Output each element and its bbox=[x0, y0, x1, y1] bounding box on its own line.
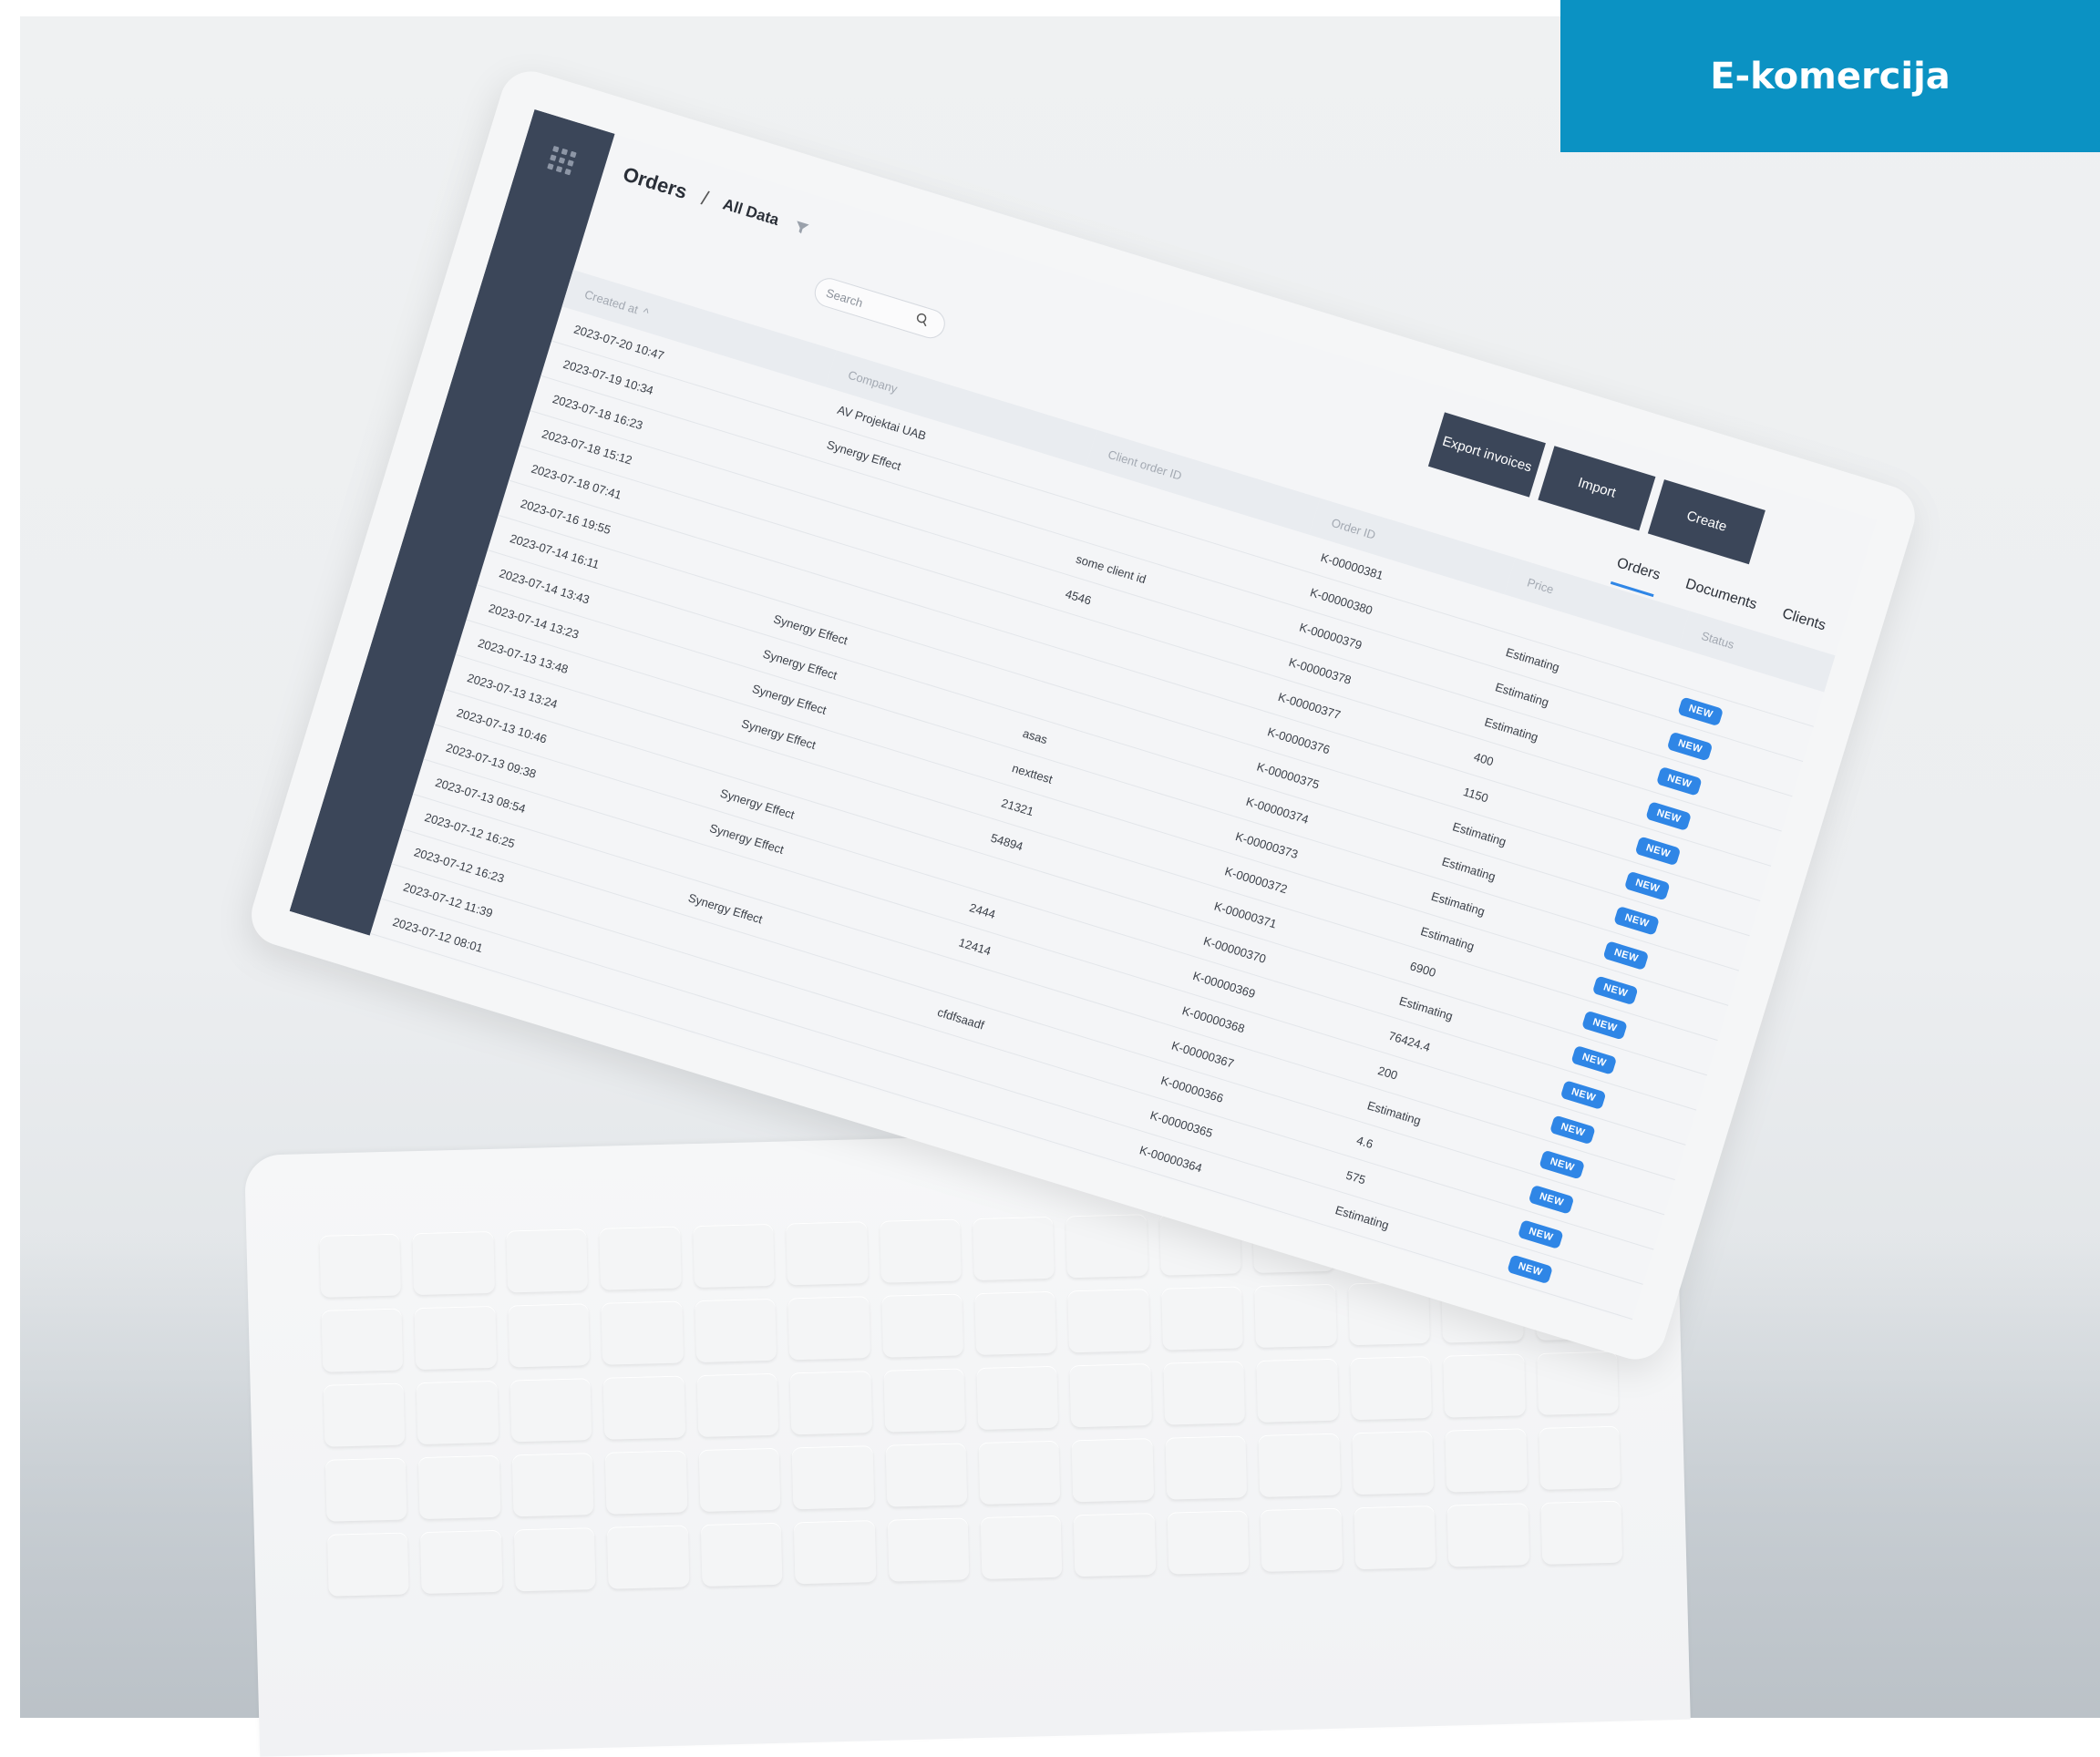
keyboard-key bbox=[511, 1453, 594, 1517]
keyboard-key bbox=[1349, 1356, 1433, 1421]
status-badge: NEW bbox=[1602, 940, 1650, 971]
keyboard-key bbox=[1540, 1500, 1623, 1565]
keyboard-key bbox=[788, 1296, 870, 1361]
keyboard-key bbox=[599, 1226, 682, 1290]
keyboard-key bbox=[1256, 1358, 1339, 1423]
keyboard-key bbox=[414, 1305, 498, 1371]
keyboard-key bbox=[1065, 1214, 1148, 1279]
keyboard-key bbox=[882, 1368, 966, 1433]
create-button[interactable]: Create bbox=[1647, 479, 1765, 565]
keyboard-key bbox=[418, 1454, 501, 1520]
keyboard-key bbox=[700, 1522, 783, 1587]
keyboard-key bbox=[1069, 1363, 1152, 1428]
status-badge: NEW bbox=[1613, 905, 1661, 936]
status-badge: NEW bbox=[1570, 1044, 1618, 1075]
keyboard-key bbox=[885, 1443, 968, 1507]
keyboard-key bbox=[695, 1298, 777, 1363]
keyboard-key bbox=[417, 1380, 499, 1445]
breadcrumb: Orders / All Data bbox=[620, 162, 811, 241]
toolbar: Export invoices Import Create bbox=[1427, 412, 1765, 565]
keyboard-key bbox=[324, 1457, 407, 1522]
status-badge: NEW bbox=[1507, 1254, 1554, 1284]
keyboard-key bbox=[791, 1445, 874, 1510]
keyboard-key bbox=[1165, 1435, 1248, 1500]
keyboard-key bbox=[1067, 1289, 1150, 1353]
status-badge: NEW bbox=[1656, 765, 1704, 796]
search-input[interactable] bbox=[822, 283, 918, 327]
keyboard-key bbox=[323, 1382, 406, 1447]
status-badge: NEW bbox=[1581, 1010, 1629, 1041]
status-badge: NEW bbox=[1634, 835, 1682, 866]
keyboard-key bbox=[793, 1520, 877, 1585]
keyboard-key bbox=[412, 1230, 495, 1296]
brand-banner: E-komercija bbox=[1560, 0, 2100, 152]
keyboard-key bbox=[1445, 1428, 1528, 1493]
keyboard-key bbox=[976, 1365, 1059, 1431]
brand-label: E-komercija bbox=[1710, 55, 1951, 98]
keyboard-key bbox=[604, 1450, 688, 1515]
keyboard-key bbox=[1071, 1438, 1155, 1503]
status-badge: NEW bbox=[1496, 1289, 1543, 1320]
keyboard-key bbox=[880, 1293, 964, 1358]
status-badge: NEW bbox=[1539, 1149, 1586, 1180]
keyboard-key bbox=[980, 1515, 1063, 1579]
import-button[interactable]: Import bbox=[1538, 446, 1656, 531]
keyboard-key bbox=[1163, 1361, 1246, 1425]
keyboard-key bbox=[321, 1308, 404, 1372]
breadcrumb-orders[interactable]: Orders bbox=[620, 162, 690, 204]
keyboard-key bbox=[789, 1371, 872, 1435]
keyboard-key bbox=[973, 1216, 1055, 1281]
keyboard-key bbox=[974, 1290, 1057, 1356]
keyboard-key bbox=[692, 1223, 776, 1289]
keyboard-key bbox=[879, 1218, 962, 1283]
keyboard-key bbox=[513, 1527, 596, 1592]
keyboard-key bbox=[319, 1233, 402, 1298]
keyboard-key bbox=[786, 1221, 869, 1286]
status-badge: NEW bbox=[1645, 800, 1693, 831]
keyboard-key bbox=[1446, 1503, 1529, 1567]
status-badge: NEW bbox=[1592, 974, 1640, 1005]
keyboard-key bbox=[508, 1303, 591, 1368]
filter-icon[interactable] bbox=[792, 219, 810, 237]
keyboard-key bbox=[607, 1525, 690, 1589]
keyboard-key bbox=[1254, 1283, 1337, 1349]
keyboard-key bbox=[1167, 1510, 1250, 1575]
export-invoices-button[interactable]: Export invoices bbox=[1427, 412, 1546, 498]
status-badge: NEW bbox=[1549, 1115, 1597, 1145]
search-field[interactable] bbox=[810, 274, 949, 343]
status-badge: NEW bbox=[1528, 1184, 1575, 1215]
breadcrumb-all-data[interactable]: All Data bbox=[721, 195, 781, 230]
keyboard-key bbox=[510, 1378, 592, 1443]
keyboard-key bbox=[326, 1532, 410, 1597]
status-badge: NEW bbox=[1667, 731, 1714, 762]
keyboard-key bbox=[1536, 1351, 1619, 1415]
keyboard-key bbox=[1161, 1286, 1244, 1351]
keyboard-key bbox=[887, 1517, 970, 1582]
keyboard-key bbox=[602, 1375, 685, 1440]
keyboard-key bbox=[601, 1300, 684, 1365]
status-badge: NEW bbox=[1677, 695, 1724, 726]
keyboard-key bbox=[698, 1447, 781, 1513]
keyboard-key bbox=[1538, 1425, 1621, 1490]
status-badge: NEW bbox=[1560, 1079, 1608, 1110]
apps-grid-icon[interactable] bbox=[547, 145, 577, 176]
keyboard-key bbox=[420, 1529, 503, 1595]
status-badge: NEW bbox=[1518, 1218, 1565, 1249]
keyboard-key bbox=[978, 1440, 1061, 1505]
sort-ascending-icon[interactable]: ^ bbox=[642, 304, 651, 319]
keyboard-key bbox=[1443, 1353, 1526, 1418]
keyboard-key bbox=[1074, 1512, 1157, 1577]
keyboard-key bbox=[1260, 1507, 1343, 1572]
status-badge: NEW bbox=[1624, 870, 1672, 901]
keyboard-key bbox=[1258, 1433, 1341, 1497]
keyboard-key bbox=[1352, 1430, 1435, 1495]
keyboard-key bbox=[506, 1228, 589, 1293]
keyboard-key bbox=[1354, 1505, 1436, 1570]
breadcrumb-separator: / bbox=[698, 186, 712, 211]
keyboard-key bbox=[696, 1372, 779, 1438]
